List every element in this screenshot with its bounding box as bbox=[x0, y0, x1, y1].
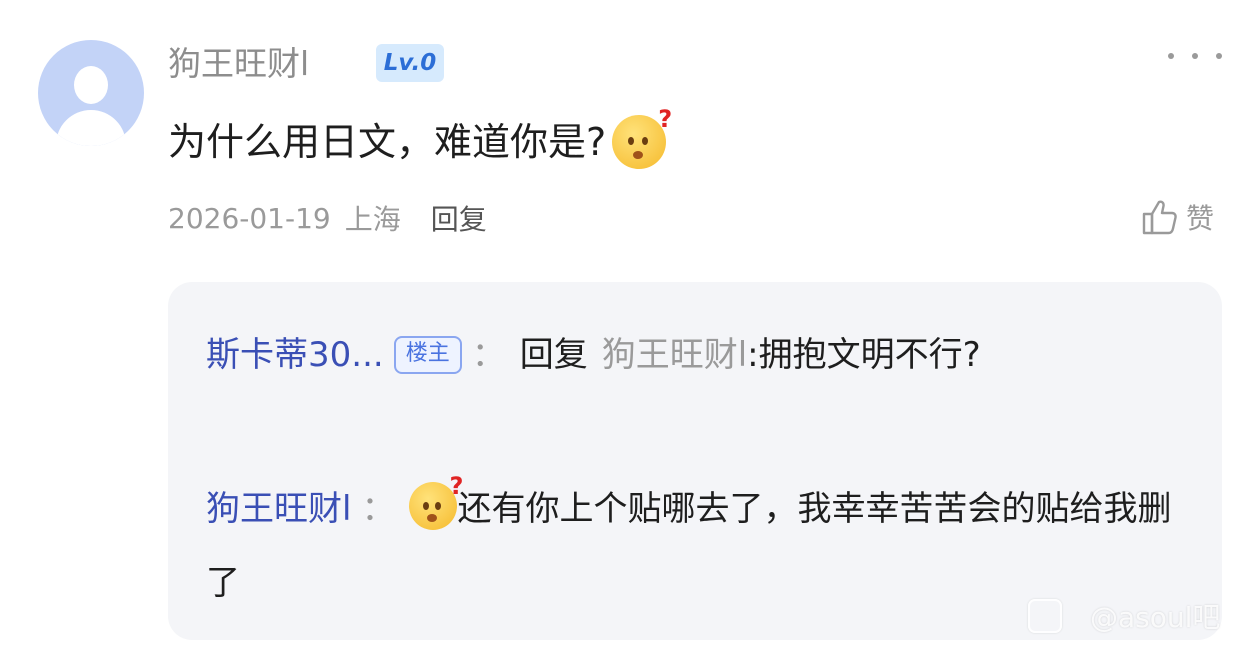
watermark-logo-icon bbox=[1028, 599, 1062, 633]
reply-button[interactable]: 回复 bbox=[431, 198, 487, 238]
op-badge: 楼主 bbox=[393, 336, 462, 374]
comment-date: 2026-01-19 bbox=[168, 201, 331, 235]
watermark-text: @asoul吧 bbox=[1090, 601, 1221, 634]
reply-separator: ： bbox=[361, 489, 396, 529]
reply-target-name[interactable]: 狗王旺财l bbox=[602, 335, 747, 375]
comment-text: 为什么用日文，难道你是? bbox=[168, 120, 607, 164]
more-dots-icon bbox=[1168, 53, 1174, 59]
like-label: 赞 bbox=[1186, 202, 1215, 235]
avatar-head-shape bbox=[74, 66, 108, 104]
comment-location: 上海 bbox=[344, 203, 401, 236]
reply-author-name[interactable]: 狗王旺财l bbox=[206, 489, 351, 529]
comment-meta: 2026-01-19 上海 回复 bbox=[168, 196, 487, 240]
more-options-button[interactable] bbox=[1168, 38, 1222, 74]
level-badge: Lv.0 bbox=[376, 44, 444, 82]
more-dots-icon bbox=[1216, 53, 1222, 59]
watermark: @asoul吧 bbox=[1028, 596, 1220, 636]
more-dots-icon bbox=[1192, 53, 1198, 59]
reply-word: 回复 bbox=[519, 335, 588, 375]
comment-author-name[interactable]: 狗王旺财l bbox=[168, 44, 309, 84]
confused-face-emoji-icon: ? bbox=[612, 107, 672, 169]
replies-box: 斯卡蒂30... 楼主：回复 狗王旺财l:拥抱文明不行? 狗王旺财l：? 还有你上个贴… bbox=[168, 282, 1222, 640]
avatar-body-shape bbox=[56, 110, 126, 146]
reply-author-name[interactable]: 斯卡蒂30... bbox=[206, 335, 384, 375]
reply-text: :拥抱文明不行? bbox=[747, 335, 981, 375]
comment-body: 为什么用日文，难道你是? ? bbox=[168, 107, 672, 172]
like-button[interactable]: 赞 bbox=[1140, 194, 1214, 240]
avatar[interactable] bbox=[38, 40, 144, 146]
reply-separator: ： bbox=[471, 335, 506, 375]
reply-item: 斯卡蒂30... 楼主： 回复 狗王旺财l:拥抱文明不行? bbox=[206, 318, 1182, 392]
confused-face-emoji-icon: ? bbox=[409, 474, 463, 530]
thumb-up-icon bbox=[1142, 200, 1177, 235]
